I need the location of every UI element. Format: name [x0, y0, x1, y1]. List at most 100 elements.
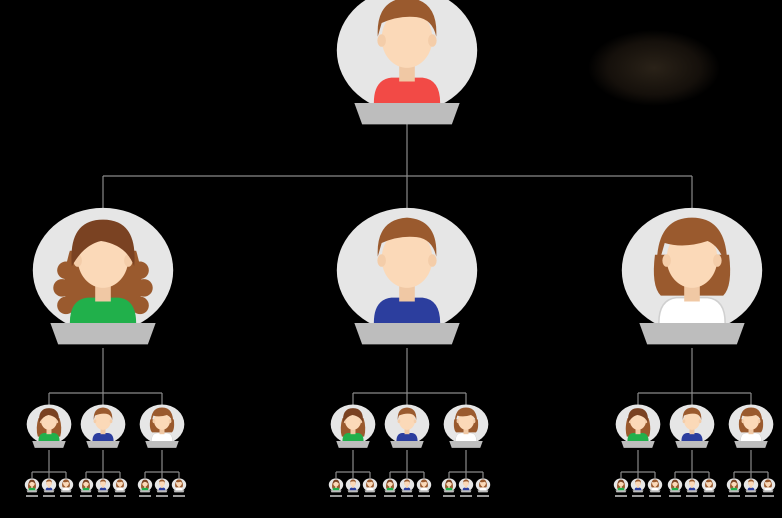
person-l2-b	[80, 404, 126, 448]
person-ear	[770, 483, 772, 485]
person-l2-f	[443, 404, 489, 448]
person-pedestal	[703, 490, 715, 493]
person-ear	[109, 419, 113, 424]
person-pedestal	[139, 490, 151, 493]
person-pedestal	[32, 441, 66, 448]
person-pedestal	[745, 490, 757, 493]
person-level3	[726, 478, 742, 497]
person-ear	[426, 483, 428, 485]
person-root	[336, 0, 478, 125]
person-ear	[181, 483, 183, 485]
person-ear	[713, 254, 722, 267]
person-ear	[413, 419, 417, 424]
person-pedestal	[632, 490, 644, 493]
person-level3-caption-mark	[745, 495, 757, 497]
person-ear	[51, 483, 53, 485]
person-level3-caption-mark	[401, 495, 413, 497]
person-ear	[397, 419, 401, 424]
person-level3	[154, 478, 170, 497]
person-level3-caption-mark	[80, 495, 92, 497]
person-level3-caption-mark	[330, 495, 342, 497]
person-pedestal	[173, 490, 185, 493]
person-level3-caption-mark	[703, 495, 715, 497]
person-level3-caption-mark	[43, 495, 55, 497]
person-ear	[705, 483, 707, 485]
person-level3-caption-mark	[114, 495, 126, 497]
person-ear	[105, 483, 107, 485]
person-l1-center	[336, 207, 478, 345]
person-level3-caption-mark	[477, 495, 489, 497]
person-level3	[630, 478, 646, 497]
person-ear	[403, 483, 405, 485]
person-ear	[688, 483, 690, 485]
hair-curl	[53, 279, 71, 297]
person-pedestal	[615, 490, 627, 493]
person-l1-right	[621, 207, 763, 345]
person-pedestal	[443, 490, 455, 493]
person-l2-g	[615, 404, 661, 448]
person-ear	[753, 483, 755, 485]
person-level3-caption-mark	[460, 495, 472, 497]
person-ear	[456, 419, 460, 424]
person-ear	[428, 34, 437, 47]
person-ear	[468, 483, 470, 485]
person-level3	[328, 478, 344, 497]
person-ear	[349, 483, 351, 485]
person-ear	[68, 483, 70, 485]
person-ear	[366, 483, 368, 485]
person-pedestal	[145, 441, 179, 448]
person-ear	[485, 483, 487, 485]
person-pedestal	[477, 490, 489, 493]
org-tree-canvas	[24, 0, 776, 497]
person-ear	[657, 483, 659, 485]
person-ear	[355, 483, 357, 485]
person-level3	[137, 478, 153, 497]
person-ear	[747, 483, 749, 485]
person-pedestal	[639, 322, 745, 345]
person-ear	[122, 483, 124, 485]
person-pedestal	[354, 102, 460, 125]
person-l2-d	[330, 404, 376, 448]
person-ear	[152, 419, 156, 424]
person-ear	[158, 483, 160, 485]
person-ear	[651, 483, 653, 485]
person-pedestal	[347, 490, 359, 493]
person-level3-caption-mark	[686, 495, 698, 497]
person-pedestal	[762, 490, 774, 493]
person-l1-left	[32, 207, 174, 345]
person-level3	[458, 478, 474, 497]
person-ear	[93, 419, 97, 424]
person-ear	[409, 483, 411, 485]
person-pedestal	[97, 490, 109, 493]
person-level3	[475, 478, 491, 497]
person-level3	[684, 478, 700, 497]
person-ear	[164, 483, 166, 485]
person-pedestal	[401, 490, 413, 493]
person-pedestal	[60, 490, 72, 493]
person-l2-c	[139, 404, 185, 448]
person-ear	[634, 483, 636, 485]
person-pedestal	[734, 441, 768, 448]
person-level3-caption-mark	[615, 495, 627, 497]
person-ear	[175, 483, 177, 485]
person-pedestal	[26, 490, 38, 493]
person-l2-e	[384, 404, 430, 448]
person-pedestal	[336, 441, 370, 448]
person-ear	[694, 483, 696, 485]
person-level3	[58, 478, 74, 497]
org-tree-diagram	[0, 0, 782, 518]
person-level3	[399, 478, 415, 497]
person-level3	[613, 478, 629, 497]
person-level3	[382, 478, 398, 497]
person-level3-caption-mark	[26, 495, 38, 497]
person-level3	[78, 478, 94, 497]
person-ear	[662, 254, 671, 267]
person-level3	[112, 478, 128, 497]
person-pedestal	[156, 490, 168, 493]
person-level3	[345, 478, 361, 497]
person-pedestal	[418, 490, 430, 493]
background-glow	[588, 30, 720, 106]
person-pedestal	[354, 322, 460, 345]
person-level3-caption-mark	[443, 495, 455, 497]
person-level3	[760, 478, 776, 497]
